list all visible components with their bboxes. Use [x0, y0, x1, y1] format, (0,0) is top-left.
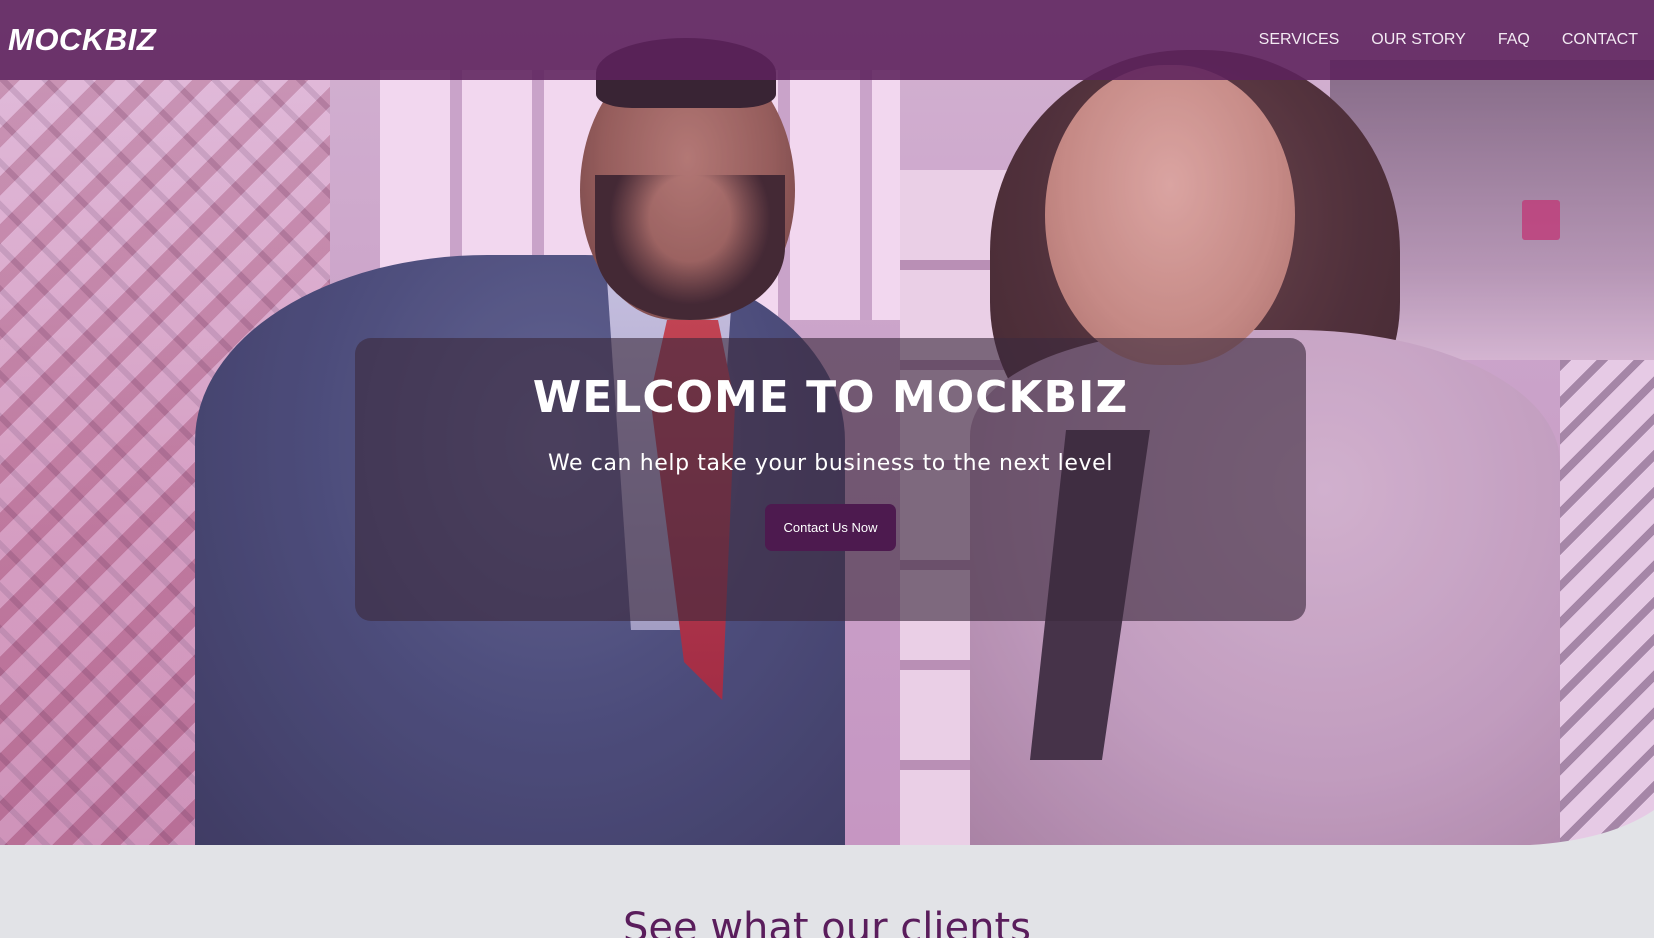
- welcome-title: WELCOME TO MOCKBIZ: [532, 372, 1129, 423]
- nav-link-faq[interactable]: FAQ: [1498, 31, 1530, 49]
- contact-us-button[interactable]: Contact Us Now: [765, 504, 896, 551]
- clients-section-heading: See what our clients: [623, 905, 1031, 938]
- nav-link-our-story[interactable]: OUR STORY: [1371, 31, 1466, 49]
- nav-link-contact[interactable]: CONTACT: [1562, 31, 1638, 49]
- top-navbar: MOCKBIZ SERVICES OUR STORY FAQ CONTACT: [0, 0, 1654, 80]
- hero-curve-divider: [0, 810, 1654, 845]
- hero-section: WELCOME TO MOCKBIZ We can help take your…: [0, 0, 1654, 845]
- welcome-subtitle: We can help take your business to the ne…: [547, 451, 1113, 476]
- welcome-card: WELCOME TO MOCKBIZ We can help take your…: [355, 338, 1306, 621]
- page: WELCOME TO MOCKBIZ We can help take your…: [0, 0, 1654, 938]
- nav-links: SERVICES OUR STORY FAQ CONTACT: [1259, 31, 1646, 49]
- nav-link-services[interactable]: SERVICES: [1259, 31, 1340, 49]
- brand-logo[interactable]: MOCKBIZ: [8, 22, 156, 58]
